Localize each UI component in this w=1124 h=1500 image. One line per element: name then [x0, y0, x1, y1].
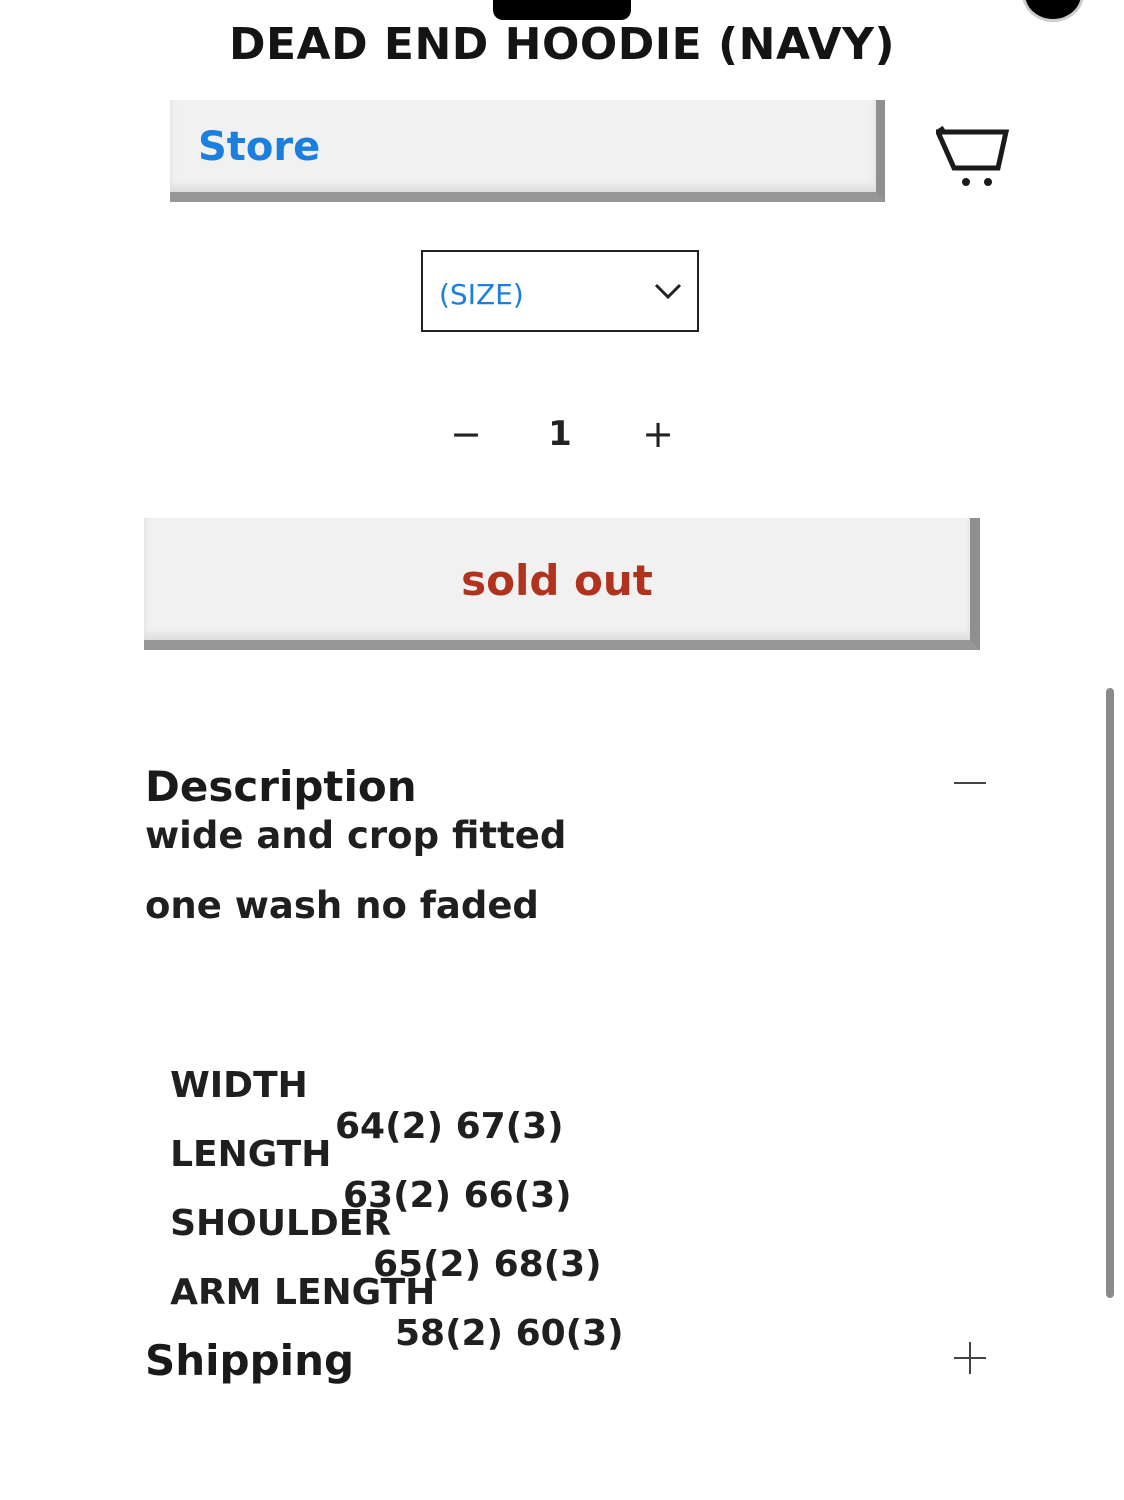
product-title: DEAD END HOODIE (NAVY)	[228, 19, 896, 70]
spec-value: 64(2) 67(3)	[335, 1106, 564, 1147]
store-button[interactable]: Store	[170, 100, 885, 202]
sold-out-button[interactable]: sold out	[144, 518, 980, 650]
spec-label: ARM LENGTH	[170, 1272, 436, 1313]
expand-icon[interactable]	[950, 1338, 990, 1378]
sold-out-label: sold out	[461, 556, 653, 605]
quantity-increment-button[interactable]: +	[638, 412, 678, 456]
quantity-decrement-button[interactable]: −	[446, 412, 486, 456]
scrollbar[interactable]	[1106, 688, 1114, 1298]
quantity-value[interactable]: 1	[540, 412, 580, 456]
cart-icon[interactable]	[936, 124, 1012, 190]
store-label: Store	[198, 124, 321, 170]
shipping-heading[interactable]: Shipping	[145, 1336, 354, 1385]
description-line: one wash no faded	[145, 884, 539, 927]
size-select-value: (SIZE)	[439, 278, 524, 311]
collapse-icon[interactable]	[950, 768, 990, 798]
chevron-down-icon	[654, 283, 682, 300]
spec-value: 58(2) 60(3)	[395, 1313, 624, 1354]
description-heading[interactable]: Description	[145, 762, 417, 811]
size-select[interactable]: (SIZE)	[421, 250, 699, 332]
description-line: wide and crop fitted	[145, 814, 567, 857]
status-pill	[493, 0, 631, 20]
status-dot	[1022, 0, 1084, 22]
